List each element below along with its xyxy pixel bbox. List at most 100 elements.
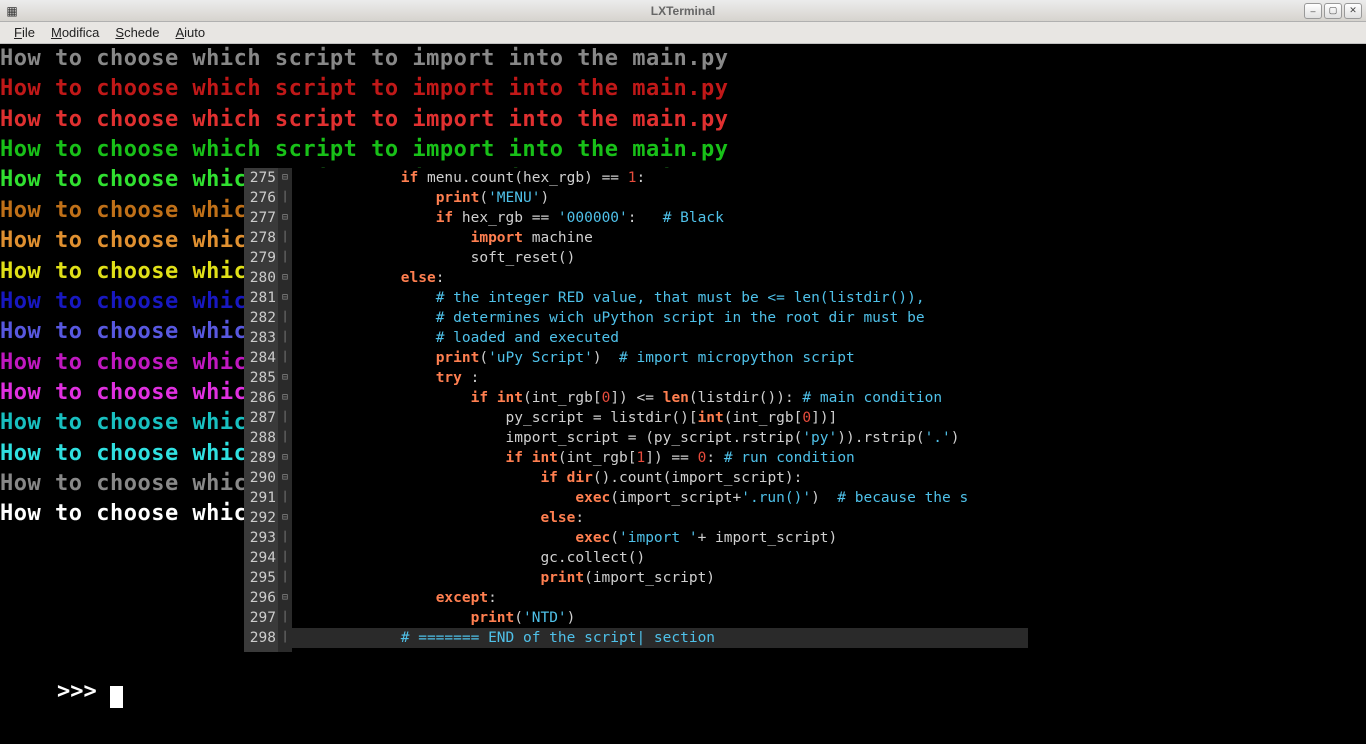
fold-marker[interactable]: ⊟ [278, 208, 292, 228]
line-number: 294 [246, 548, 276, 568]
line-number: 281 [246, 288, 276, 308]
code-line[interactable]: gc.collect() [296, 548, 1028, 568]
fold-marker: │ [278, 328, 292, 348]
fold-marker: │ [278, 528, 292, 548]
menu-file-rest: ile [22, 25, 35, 40]
fold-marker[interactable]: ⊟ [278, 268, 292, 288]
app-icon: ▦ [4, 3, 20, 19]
line-number-gutter: 2752762772782792802812822832842852862872… [244, 168, 278, 652]
fold-marker[interactable]: ⊟ [278, 508, 292, 528]
line-number: 291 [246, 488, 276, 508]
code-line[interactable]: # ======= END of the script| section [296, 628, 1028, 648]
line-number: 293 [246, 528, 276, 548]
menu-schede-rest: chede [124, 25, 159, 40]
fold-marker: │ [278, 408, 292, 428]
code-line[interactable]: if int(int_rgb[1]) == 0: # run condition [296, 448, 1028, 468]
close-button[interactable]: ✕ [1344, 3, 1362, 19]
line-number: 295 [246, 568, 276, 588]
code-area[interactable]: if menu.count(hex_rgb) == 1: print('MENU… [292, 168, 1028, 652]
code-line[interactable]: print('MENU') [296, 188, 1028, 208]
maximize-button[interactable]: ▢ [1324, 3, 1342, 19]
code-line[interactable]: if dir().count(import_script): [296, 468, 1028, 488]
code-line[interactable]: # loaded and executed [296, 328, 1028, 348]
menu-modifica-rest: odifica [62, 25, 100, 40]
code-line[interactable]: print('uPy Script') # import micropython… [296, 348, 1028, 368]
line-number: 286 [246, 388, 276, 408]
menu-file[interactable]: File [6, 23, 43, 42]
fold-marker: │ [278, 188, 292, 208]
prompt-text: >>> [57, 679, 110, 704]
code-line[interactable]: # determines wich uPython script in the … [296, 308, 1028, 328]
python-prompt[interactable]: >>> [4, 647, 123, 738]
line-number: 278 [246, 228, 276, 248]
fold-marker: │ [278, 348, 292, 368]
fold-marker: │ [278, 248, 292, 268]
cursor [110, 686, 123, 708]
line-number: 283 [246, 328, 276, 348]
code-line[interactable]: if menu.count(hex_rgb) == 1: [296, 168, 1028, 188]
line-number: 276 [246, 188, 276, 208]
code-line[interactable]: exec(import_script+'.run()') # because t… [296, 488, 1028, 508]
code-line[interactable]: import machine [296, 228, 1028, 248]
menu-aiuto[interactable]: Aiuto [167, 23, 213, 42]
line-number: 282 [246, 308, 276, 328]
line-number: 288 [246, 428, 276, 448]
fold-marker: │ [278, 488, 292, 508]
code-line[interactable]: print('NTD') [296, 608, 1028, 628]
fold-marker[interactable]: ⊟ [278, 388, 292, 408]
code-line[interactable]: print(import_script) [296, 568, 1028, 588]
fold-marker[interactable]: ⊟ [278, 448, 292, 468]
fold-marker[interactable]: ⊟ [278, 368, 292, 388]
line-number: 280 [246, 268, 276, 288]
line-number: 298 [246, 628, 276, 648]
code-line[interactable]: if hex_rgb == '000000': # Black [296, 208, 1028, 228]
code-line[interactable]: # the integer RED value, that must be <=… [296, 288, 1028, 308]
line-number: 289 [246, 448, 276, 468]
window-title: LXTerminal [651, 4, 715, 18]
line-number: 284 [246, 348, 276, 368]
line-number: 277 [246, 208, 276, 228]
line-number: 275 [246, 168, 276, 188]
terminal-line: How to choose which script to import int… [0, 44, 1366, 74]
window-buttons: – ▢ ✕ [1304, 3, 1362, 19]
fold-marker: │ [278, 568, 292, 588]
code-line[interactable]: except: [296, 588, 1028, 608]
terminal[interactable]: How to choose which script to import int… [0, 44, 1366, 744]
fold-marker: │ [278, 228, 292, 248]
fold-marker: │ [278, 308, 292, 328]
code-editor-overlay: 2752762772782792802812822832842852862872… [244, 168, 1028, 652]
menu-schede[interactable]: Schede [107, 23, 167, 42]
fold-marker[interactable]: ⊟ [278, 588, 292, 608]
line-number: 290 [246, 468, 276, 488]
line-number: 297 [246, 608, 276, 628]
code-line[interactable]: exec('import '+ import_script) [296, 528, 1028, 548]
fold-marker[interactable]: ⊟ [278, 288, 292, 308]
terminal-line: How to choose which script to import int… [0, 135, 1366, 165]
code-line[interactable]: soft_reset() [296, 248, 1028, 268]
code-line[interactable]: py_script = listdir()[int(int_rgb[0])] [296, 408, 1028, 428]
terminal-line: How to choose which script to import int… [0, 105, 1366, 135]
fold-marker: │ [278, 628, 292, 648]
titlebar: ▦ LXTerminal – ▢ ✕ [0, 0, 1366, 22]
line-number: 285 [246, 368, 276, 388]
line-number: 292 [246, 508, 276, 528]
menubar: File Modifica Schede Aiuto [0, 22, 1366, 44]
fold-marker[interactable]: ⊟ [278, 168, 292, 188]
code-line[interactable]: try : [296, 368, 1028, 388]
minimize-button[interactable]: – [1304, 3, 1322, 19]
code-line[interactable]: else: [296, 508, 1028, 528]
code-line[interactable]: else: [296, 268, 1028, 288]
menu-modifica[interactable]: Modifica [43, 23, 107, 42]
fold-marker: │ [278, 608, 292, 628]
fold-marker[interactable]: ⊟ [278, 468, 292, 488]
line-number: 296 [246, 588, 276, 608]
fold-marker: │ [278, 428, 292, 448]
code-line[interactable]: if int(int_rgb[0]) <= len(listdir()): # … [296, 388, 1028, 408]
line-number: 279 [246, 248, 276, 268]
menu-aiuto-rest: iuto [184, 25, 205, 40]
terminal-line: How to choose which script to import int… [0, 74, 1366, 104]
fold-marker: │ [278, 548, 292, 568]
code-line[interactable]: import_script = (py_script.rstrip('py'))… [296, 428, 1028, 448]
line-number: 287 [246, 408, 276, 428]
fold-column: ⊟│⊟││⊟⊟│││⊟⊟││⊟⊟│⊟│││⊟││ [278, 168, 292, 652]
